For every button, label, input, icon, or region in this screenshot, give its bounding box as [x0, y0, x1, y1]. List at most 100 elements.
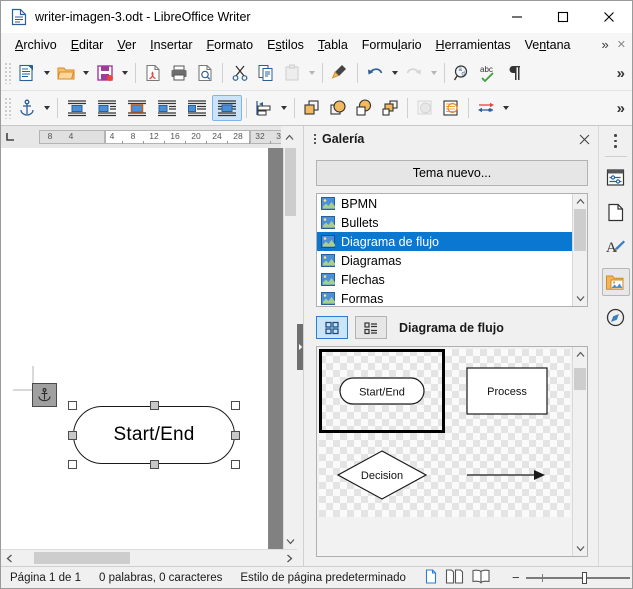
theme-item-flechas[interactable]: Flechas: [317, 270, 572, 289]
minimize-button[interactable]: [494, 1, 540, 33]
align-dropdown[interactable]: [277, 95, 290, 121]
gallery-item-process[interactable]: Process: [444, 349, 570, 433]
vscroll-thumb[interactable]: [285, 148, 296, 216]
undo-button[interactable]: [362, 60, 388, 86]
wrap-after-button[interactable]: [182, 95, 212, 121]
print-button[interactable]: [166, 60, 192, 86]
wrap-through-button[interactable]: [212, 95, 242, 121]
zoom-slider[interactable]: [525, 571, 630, 584]
menu-formulario[interactable]: Formulario: [355, 36, 429, 54]
theme-item-diagrama-de-flujo[interactable]: Diagrama de flujo: [317, 232, 572, 251]
new-document-button[interactable]: [14, 60, 40, 86]
close-button[interactable]: [586, 1, 632, 33]
status-page-style[interactable]: Estilo de página predeterminado: [231, 572, 415, 584]
redo-button[interactable]: [401, 60, 427, 86]
icon-view-button[interactable]: [316, 316, 348, 339]
menu-archivo[interactable]: Archivo: [8, 36, 64, 54]
standard-toolbar-overflow[interactable]: »: [617, 65, 632, 82]
status-page[interactable]: Página 1 de 1: [1, 572, 90, 584]
paste-button[interactable]: [279, 60, 305, 86]
to-background-button[interactable]: [412, 95, 438, 121]
selected-shape-group[interactable]: Start/End: [68, 401, 240, 469]
new-document-dropdown[interactable]: [40, 60, 53, 86]
save-button[interactable]: [92, 60, 118, 86]
menu-ver[interactable]: Ver: [110, 36, 143, 54]
thumbnails-scrollbar[interactable]: [572, 347, 587, 556]
theme-item-bpmn[interactable]: BPMN: [317, 194, 572, 213]
document-canvas[interactable]: Start/End: [1, 148, 283, 549]
styles-icon[interactable]: A: [602, 233, 630, 261]
zoom-out-button[interactable]: −: [512, 570, 520, 585]
to-foreground-button[interactable]: [438, 95, 464, 121]
multi-page-view-icon[interactable]: [445, 568, 464, 587]
send-to-back-button[interactable]: [377, 95, 403, 121]
cut-button[interactable]: [227, 60, 253, 86]
wrap-off-button[interactable]: [62, 95, 92, 121]
vscroll-track[interactable]: [284, 148, 297, 534]
gallery-item-decision[interactable]: Decision: [319, 433, 445, 517]
connector-dropdown[interactable]: [499, 95, 512, 121]
resize-handle-sw[interactable]: [68, 460, 77, 469]
toolbar-grip[interactable]: [4, 62, 12, 84]
copy-button[interactable]: [253, 60, 279, 86]
gallery-item-start-end[interactable]: Start/End: [319, 349, 445, 433]
scroll-up-arrow[interactable]: [573, 194, 587, 209]
properties-icon[interactable]: [602, 163, 630, 191]
resize-handle-w[interactable]: [68, 430, 77, 440]
resize-handle-ne[interactable]: [231, 401, 240, 410]
resize-handle-n[interactable]: [149, 401, 159, 410]
clone-formatting-button[interactable]: [327, 60, 353, 86]
send-backward-button[interactable]: [351, 95, 377, 121]
theme-list-scrollbar[interactable]: [572, 194, 587, 306]
scroll-down-arrow[interactable]: [284, 534, 297, 549]
book-view-icon[interactable]: [471, 569, 491, 587]
open-file-button[interactable]: [53, 60, 79, 86]
bring-to-front-button[interactable]: [325, 95, 351, 121]
scroll-right-arrow[interactable]: [281, 550, 297, 566]
menu-herramientas[interactable]: Herramientas: [429, 36, 518, 54]
theme-scroll-thumb[interactable]: [574, 209, 586, 251]
open-file-dropdown[interactable]: [79, 60, 92, 86]
resize-handle-se[interactable]: [231, 460, 240, 469]
wrap-before-button[interactable]: [152, 95, 182, 121]
thumbnails-scroll-track[interactable]: [573, 362, 587, 541]
bring-forward-button[interactable]: [299, 95, 325, 121]
save-dropdown[interactable]: [118, 60, 131, 86]
gallery-item-arrow[interactable]: [444, 433, 570, 517]
scroll-left-arrow[interactable]: [1, 550, 17, 566]
page-icon[interactable]: [602, 198, 630, 226]
zoom-thumb[interactable]: [581, 571, 587, 584]
horizontal-ruler[interactable]: 8 4 4 8 12 16 20 24 28 32 36: [19, 126, 281, 148]
hscroll-track[interactable]: [17, 550, 281, 566]
single-page-view-icon[interactable]: [424, 568, 438, 587]
status-word-count[interactable]: 0 palabras, 0 caracteres: [90, 572, 231, 584]
menu-formato[interactable]: Formato: [200, 36, 261, 54]
new-theme-button[interactable]: Tema nuevo...: [316, 160, 588, 186]
theme-scroll-track[interactable]: [573, 209, 587, 291]
toolbar-grip[interactable]: [4, 97, 12, 119]
theme-item-formas[interactable]: Formas: [317, 289, 572, 306]
document-horizontal-scrollbar[interactable]: [1, 549, 297, 566]
theme-item-bullets[interactable]: Bullets: [317, 213, 572, 232]
gallery-thumbnails[interactable]: Start/End Process Decision: [316, 346, 588, 557]
formatting-marks-button[interactable]: [501, 60, 527, 86]
print-preview-button[interactable]: [192, 60, 218, 86]
resize-handle-e[interactable]: [231, 430, 240, 440]
anchor-button[interactable]: [14, 95, 40, 121]
hscroll-thumb[interactable]: [34, 552, 130, 564]
menu-estilos[interactable]: Estilos: [260, 36, 311, 54]
theme-list[interactable]: BPMN Bullets Diagrama de flujo Diagramas…: [316, 193, 588, 307]
export-pdf-button[interactable]: [140, 60, 166, 86]
scroll-down-arrow[interactable]: [573, 541, 587, 556]
thumbnails-scroll-thumb[interactable]: [574, 368, 586, 390]
menu-insertar[interactable]: Insertar: [143, 36, 199, 54]
list-view-button[interactable]: [355, 316, 387, 339]
navigator-icon[interactable]: [602, 303, 630, 331]
close-document-icon[interactable]: ✕: [617, 38, 626, 51]
document-vertical-scrollbar[interactable]: [283, 148, 297, 549]
sidebar-splitter-handle[interactable]: [297, 324, 303, 370]
deck-grip-icon[interactable]: [310, 134, 319, 144]
maximize-button[interactable]: [540, 1, 586, 33]
resize-handle-nw[interactable]: [68, 401, 77, 410]
connector-button[interactable]: [473, 95, 499, 121]
